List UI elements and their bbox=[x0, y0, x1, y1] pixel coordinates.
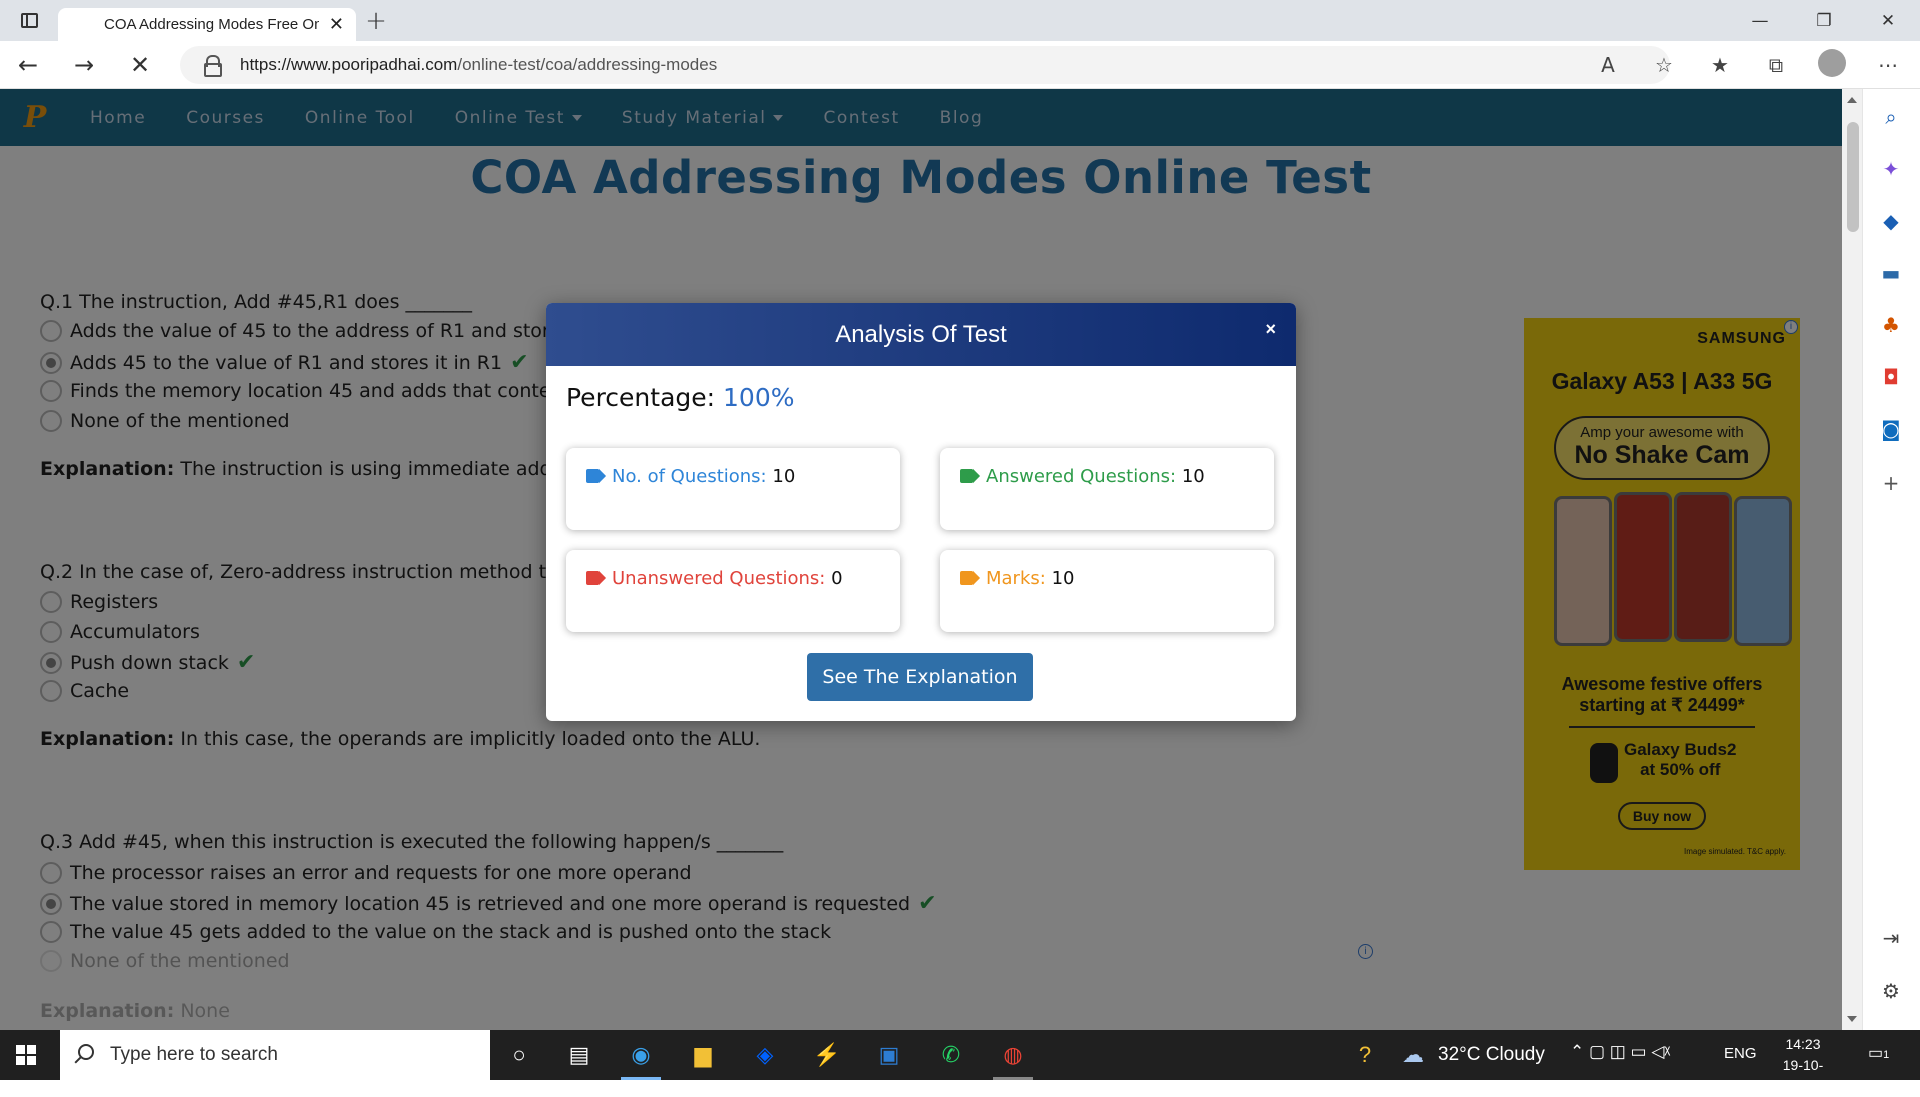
card-value: 10 bbox=[772, 466, 796, 487]
edge-icon[interactable]: ◉ bbox=[624, 1038, 658, 1072]
tab-close-icon[interactable]: ✕ bbox=[329, 14, 344, 35]
modal-header: Analysis Of Test × bbox=[546, 303, 1296, 366]
cloud-icon: ☁ bbox=[1402, 1042, 1424, 1067]
add-favorite-icon[interactable]: ☆ bbox=[1636, 53, 1692, 77]
notifications-icon[interactable]: ▭1 bbox=[1868, 1043, 1898, 1067]
browser-tab-bar: COA Addressing Modes Free Online ✕ + — ❐… bbox=[0, 0, 1920, 41]
settings-gear-icon[interactable]: ⚙ bbox=[1877, 977, 1905, 1005]
weather-text[interactable]: 32°C Cloudy bbox=[1438, 1044, 1545, 1066]
card-value: 10 bbox=[1051, 568, 1075, 589]
shopping-tag-icon[interactable]: ◆ bbox=[1877, 207, 1905, 235]
system-tray-icons[interactable]: ⌃ ▢ ◫ ▭ ◁ᵡ bbox=[1570, 1042, 1670, 1062]
card-label: Marks: bbox=[986, 568, 1046, 589]
url-host: https://www.pooripadhai.com bbox=[240, 55, 458, 74]
percentage-value: 100% bbox=[723, 383, 795, 412]
card-unanswered-questions: Unanswered Questions: 0 bbox=[566, 550, 900, 632]
card-value: 10 bbox=[1181, 466, 1205, 487]
forward-button[interactable]: → bbox=[56, 41, 112, 89]
outlook-icon[interactable]: ◙ bbox=[1877, 415, 1905, 443]
new-tab-button[interactable]: + bbox=[356, 6, 396, 36]
tab-actions-icon bbox=[20, 13, 38, 28]
search-placeholder: Type here to search bbox=[110, 1044, 278, 1065]
page-scrollbar[interactable] bbox=[1842, 89, 1862, 1030]
help-icon[interactable]: ? bbox=[1348, 1038, 1382, 1072]
window-controls: — ❐ ✕ bbox=[1728, 0, 1920, 41]
tag-icon bbox=[586, 469, 604, 483]
dropbox-icon[interactable]: ◈ bbox=[748, 1038, 782, 1072]
whatsapp-icon[interactable]: ✆ bbox=[934, 1038, 968, 1072]
clock-date: 19-10-2022 bbox=[1782, 1057, 1824, 1094]
language-indicator[interactable]: ENG bbox=[1724, 1045, 1757, 1062]
collections-icon[interactable]: ⧉ bbox=[1748, 53, 1804, 77]
edge-sidebar: ⌕ ✦ ◆ ▬ ♣ ◘ ◙ + ⇥ ⚙ bbox=[1862, 89, 1920, 1030]
close-window-button[interactable]: ✕ bbox=[1856, 0, 1920, 41]
address-bar-row: ← → ✕ https://www.pooripadhai.com/online… bbox=[0, 41, 1920, 89]
percentage-label: Percentage: bbox=[566, 383, 716, 412]
favorites-icon[interactable]: ★ bbox=[1692, 53, 1748, 77]
search-icon[interactable]: ⌕ bbox=[1877, 103, 1905, 131]
tag-icon bbox=[960, 469, 978, 483]
start-button[interactable] bbox=[16, 1045, 36, 1065]
clock-time: 14:23 bbox=[1785, 1036, 1821, 1052]
card-label: Unanswered Questions: bbox=[612, 568, 826, 589]
restore-button[interactable]: ❐ bbox=[1792, 0, 1856, 41]
stop-loading-button[interactable]: ✕ bbox=[112, 41, 168, 89]
tag-icon bbox=[960, 571, 978, 585]
scroll-thumb[interactable] bbox=[1847, 122, 1859, 232]
card-answered-questions: Answered Questions: 10 bbox=[940, 448, 1274, 530]
percentage: Percentage: 100% bbox=[566, 383, 795, 412]
card-value: 0 bbox=[831, 568, 843, 589]
hide-sidebar-icon[interactable]: ⇥ bbox=[1877, 924, 1905, 952]
task-view-icon[interactable]: ▤ bbox=[562, 1038, 596, 1072]
add-icon[interactable]: + bbox=[1877, 469, 1905, 497]
card-label: No. of Questions: bbox=[612, 466, 767, 487]
lock-icon[interactable] bbox=[204, 55, 222, 77]
taskbar-search[interactable]: Type here to search bbox=[60, 1030, 490, 1080]
tools-icon[interactable]: ▬ bbox=[1877, 259, 1905, 287]
cortana-icon[interactable]: ○ bbox=[502, 1038, 536, 1072]
search-icon bbox=[78, 1044, 94, 1060]
chrome-icon[interactable]: ◍ bbox=[996, 1038, 1030, 1072]
tab-title: COA Addressing Modes Free Online bbox=[104, 16, 319, 33]
card-total-questions: No. of Questions: 10 bbox=[566, 448, 900, 530]
analysis-modal: Analysis Of Test × Percentage: 100% No. … bbox=[546, 303, 1296, 721]
page-viewport: P Home Courses Online Tool Online Test S… bbox=[0, 89, 1842, 1030]
read-aloud-icon[interactable]: A bbox=[1580, 53, 1636, 77]
file-explorer-icon[interactable]: ▆ bbox=[686, 1038, 720, 1072]
modal-title: Analysis Of Test bbox=[835, 320, 1007, 348]
tag-icon bbox=[586, 571, 604, 585]
url-path: /online-test/coa/addressing-modes bbox=[457, 55, 718, 74]
office-icon[interactable]: ◘ bbox=[1877, 363, 1905, 391]
card-marks: Marks: 10 bbox=[940, 550, 1274, 632]
tab-actions-button[interactable] bbox=[0, 0, 58, 41]
url-field[interactable]: https://www.pooripadhai.com/online-test/… bbox=[180, 46, 1670, 84]
scroll-down-icon[interactable] bbox=[1847, 1016, 1857, 1022]
notification-count: 1 bbox=[1883, 1049, 1890, 1061]
discover-icon[interactable]: ✦ bbox=[1877, 155, 1905, 183]
windows-taskbar: Type here to search ○ ▤ ◉ ▆ ◈ ⚡ ▣ ✆ ◍ ? … bbox=[0, 1030, 1920, 1094]
modal-close-button[interactable]: × bbox=[1265, 319, 1276, 340]
back-button[interactable]: ← bbox=[0, 41, 56, 89]
games-icon[interactable]: ♣ bbox=[1877, 311, 1905, 339]
window-app-icon[interactable]: ▣ bbox=[872, 1038, 906, 1072]
browser-toolbar: A ☆ ★ ⧉ ⋯ bbox=[1580, 41, 1916, 89]
minimize-button[interactable]: — bbox=[1728, 0, 1792, 41]
card-label: Answered Questions: bbox=[986, 466, 1177, 487]
profile-avatar[interactable] bbox=[1804, 48, 1860, 82]
app-icon[interactable]: ⚡ bbox=[810, 1038, 844, 1072]
more-options-icon[interactable]: ⋯ bbox=[1860, 53, 1916, 77]
see-explanation-button[interactable]: See The Explanation bbox=[807, 653, 1033, 701]
clock[interactable]: 14:23 19-10-2022 bbox=[1768, 1034, 1838, 1097]
scroll-up-icon[interactable] bbox=[1847, 97, 1857, 103]
browser-tab[interactable]: COA Addressing Modes Free Online ✕ bbox=[58, 8, 356, 41]
